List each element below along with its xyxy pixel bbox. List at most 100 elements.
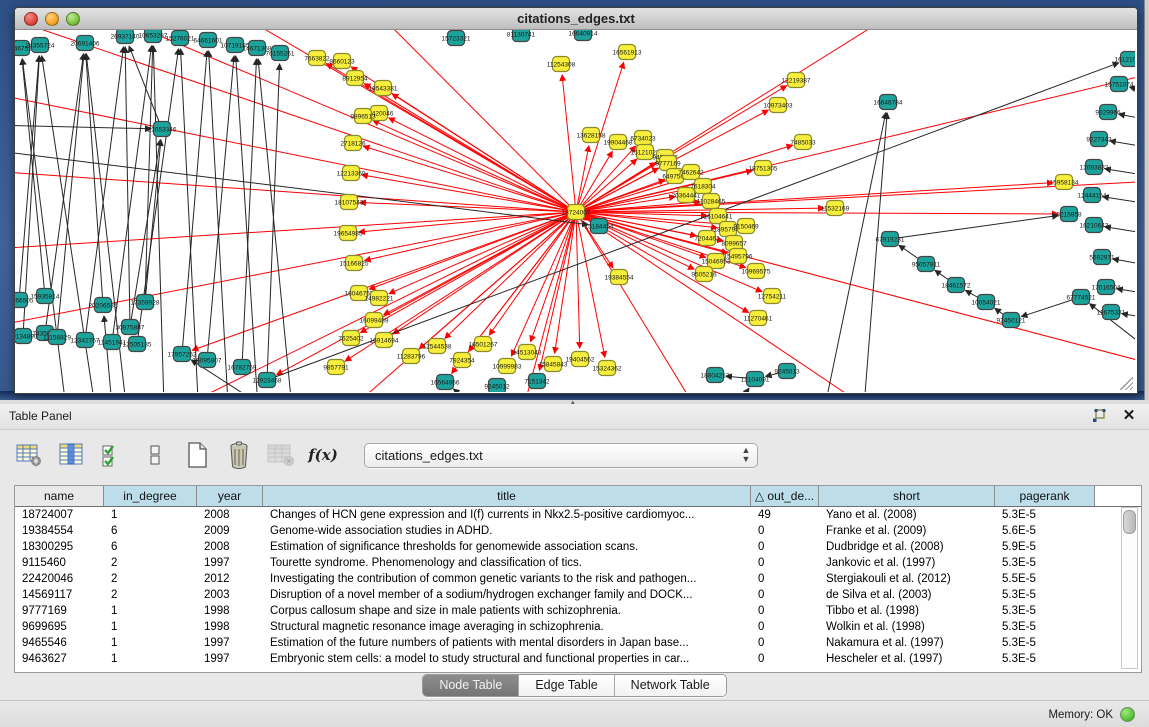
graph-edge[interactable] xyxy=(267,63,1119,380)
graph-edge[interactable] xyxy=(890,216,1058,239)
column-header-4[interactable]: △ out_de... xyxy=(751,486,819,506)
graph-node-label: 11254308 xyxy=(547,62,576,69)
graph-node-label: 2718126 xyxy=(340,141,366,148)
table-selector-dropdown[interactable]: citations_edges.txt ▲▼ xyxy=(364,443,758,468)
table-row[interactable]: 911546021997Tourette syndrome. Phenomeno… xyxy=(15,555,1141,571)
graph-node-label: 8099657 xyxy=(721,241,747,248)
column-header-2[interactable]: year xyxy=(197,486,263,506)
graph-node-label: 12342757 xyxy=(71,338,100,345)
window-resize-grip[interactable] xyxy=(1120,377,1133,390)
graph-edge[interactable] xyxy=(861,113,887,392)
graph-edge[interactable] xyxy=(1119,114,1135,125)
table-row[interactable]: 1872400712008Changes of HCN gene express… xyxy=(15,507,1141,523)
table-cell: 5.3E-5 xyxy=(995,635,1095,651)
graph-edge[interactable] xyxy=(364,146,576,212)
table-cell: Investigating the contribution of common… xyxy=(263,571,751,587)
table-row[interactable]: 1830029562008Estimation of significance … xyxy=(15,539,1141,555)
graph-edge[interactable] xyxy=(1113,259,1135,270)
graph-edge[interactable] xyxy=(1105,227,1135,238)
graph-edge[interactable] xyxy=(182,51,207,354)
graph-edge[interactable] xyxy=(1103,197,1135,208)
table-row[interactable]: 1938455462009Genome-wide association stu… xyxy=(15,523,1141,539)
graph-edge[interactable] xyxy=(236,56,260,392)
graph-node-label: 11283796 xyxy=(397,354,426,361)
tab-network-table[interactable]: Network Table xyxy=(615,675,726,696)
close-panel-icon[interactable]: ✕ xyxy=(1121,408,1137,424)
graph-edge[interactable] xyxy=(15,30,576,212)
column-header-1[interactable]: in_degree xyxy=(104,486,197,506)
graph-edge[interactable] xyxy=(389,212,576,294)
graph-edge[interactable] xyxy=(389,118,576,212)
graph-edge[interactable] xyxy=(562,75,576,212)
graph-node-label: 15935814 xyxy=(31,294,60,301)
table-cell: Hescheler et al. (1997) xyxy=(819,651,995,667)
graph-edge[interactable] xyxy=(129,46,162,129)
column-header-5[interactable]: short xyxy=(819,486,995,506)
graph-edge[interactable] xyxy=(57,54,84,337)
new-table-icon[interactable] xyxy=(182,440,212,470)
delete-table-icon[interactable] xyxy=(266,440,296,470)
graph-edge[interactable] xyxy=(392,94,576,212)
network-view-window: citations_edges.txt 18724007766382286601… xyxy=(14,7,1138,394)
graph-node-label: 18461572 xyxy=(942,283,971,290)
column-header-6[interactable]: pagerank xyxy=(995,486,1095,506)
network-graph[interactable]: 1872400776638228660123891295418543381224… xyxy=(15,30,1135,392)
graph-edge[interactable] xyxy=(153,46,165,392)
graph-node-label: 16210643 xyxy=(1080,223,1109,230)
graph-edge[interactable] xyxy=(360,202,576,212)
table-settings-icon[interactable] xyxy=(14,440,44,470)
table-cell: de Silva et al. (2003) xyxy=(819,587,995,603)
graph-edge[interactable] xyxy=(817,113,886,392)
graph-edge[interactable] xyxy=(576,71,1135,212)
graph-edge[interactable] xyxy=(15,92,576,212)
graph-edge[interactable] xyxy=(267,64,280,380)
tab-edge-table[interactable]: Edge Table xyxy=(519,675,614,696)
float-panel-icon[interactable] xyxy=(1091,408,1107,424)
graph-edge[interactable] xyxy=(715,388,749,392)
tab-node-table[interactable]: Node Table xyxy=(423,675,519,696)
graph-edge[interactable] xyxy=(125,47,130,327)
graph-edge[interactable] xyxy=(22,59,45,296)
graph-edge[interactable] xyxy=(104,316,115,392)
network-canvas[interactable]: 1872400776638228660123891295418543381224… xyxy=(15,30,1135,392)
delete-column-icon[interactable] xyxy=(224,440,254,470)
graph-edge[interactable] xyxy=(1130,87,1135,100)
column-select-icon[interactable] xyxy=(56,440,86,470)
graph-edge[interactable] xyxy=(373,121,576,212)
scrollbar-thumb[interactable] xyxy=(1123,510,1136,534)
graph-edge[interactable] xyxy=(1110,141,1135,152)
graph-edge[interactable] xyxy=(576,212,580,348)
graph-node-label: 11532169 xyxy=(821,206,850,213)
memory-status-indicator[interactable] xyxy=(1120,707,1135,722)
graph-node-label: 13628158 xyxy=(577,133,606,140)
column-header-0[interactable]: name xyxy=(15,486,104,506)
table-row[interactable]: 946362711997Embryonic stem cells: a mode… xyxy=(15,651,1141,667)
graph-edge[interactable] xyxy=(19,56,39,300)
graph-node-label: 19384554 xyxy=(605,275,634,282)
graph-edge[interactable] xyxy=(1105,169,1135,180)
hidden-panel-edge[interactable] xyxy=(1144,0,1149,404)
graph-node-label: 16564956 xyxy=(431,380,460,387)
toggle-rows-icon[interactable] xyxy=(140,440,170,470)
application-window: citations_edges.txt 18724007766382286601… xyxy=(0,0,1149,727)
graph-edge[interactable] xyxy=(445,212,576,338)
graph-edge[interactable] xyxy=(373,30,576,212)
graph-node-label: 12213369 xyxy=(337,171,366,178)
table-row[interactable]: 946554611997Estimation of the future num… xyxy=(15,635,1141,651)
table-row[interactable]: 977716911998Corpus callosum shape and si… xyxy=(15,603,1141,619)
table-row[interactable]: 2242004622012Investigating the contribut… xyxy=(15,571,1141,587)
graph-edge[interactable] xyxy=(555,212,576,353)
table-row[interactable]: 969969511998Structural magnetic resonanc… xyxy=(15,619,1141,635)
table-cell: Nakamura et al. (1997) xyxy=(819,635,995,651)
graph-edge[interactable] xyxy=(258,59,295,392)
select-columns-check-icon[interactable] xyxy=(98,440,128,470)
graph-edge[interactable] xyxy=(242,59,256,367)
graph-node-label: 16099489 xyxy=(360,318,389,325)
table-row[interactable]: 1456911722003Disruption of a novel membe… xyxy=(15,587,1141,603)
graph-edge[interactable] xyxy=(15,171,576,212)
function-builder-icon[interactable]: f(x) xyxy=(308,440,338,470)
graph-edge[interactable] xyxy=(364,84,576,212)
table-vertical-scrollbar[interactable] xyxy=(1121,507,1138,669)
network-window-titlebar[interactable]: citations_edges.txt xyxy=(15,8,1137,30)
column-header-3[interactable]: title xyxy=(263,486,751,506)
